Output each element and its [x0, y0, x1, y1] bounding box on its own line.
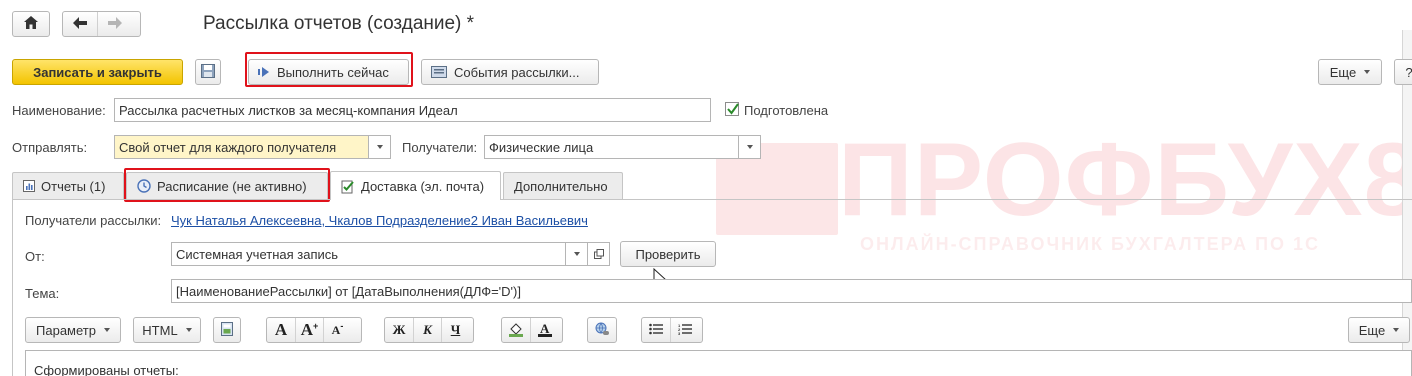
more-actions-button[interactable]: Еще	[1318, 59, 1382, 85]
delivery-icon	[341, 179, 355, 194]
tab-strip-divider	[12, 199, 330, 200]
editor-more-label: Еще	[1358, 322, 1386, 338]
format-label: HTML	[142, 322, 178, 338]
text-style-group: Ж К Ч	[384, 317, 474, 343]
home-button[interactable]	[12, 11, 50, 37]
subject-field[interactable]: [НаименованиеРассылки] от [ДатаВыполнени…	[171, 279, 1412, 303]
events-log-icon	[431, 66, 447, 78]
arrow-left-icon	[73, 16, 87, 32]
font-increase-button[interactable]: A +	[295, 318, 323, 342]
from-account-dropdown-button[interactable]	[566, 242, 588, 266]
chevron-down-icon	[376, 145, 383, 149]
chevron-down-icon	[573, 252, 580, 256]
bulleted-list-button[interactable]	[642, 318, 670, 342]
send-mode-select[interactable]: Свой отчет для каждого получателя	[114, 135, 369, 159]
recipients-type-dropdown-button[interactable]	[739, 135, 761, 159]
more-actions-label: Еще	[1329, 64, 1357, 80]
background-color-button[interactable]	[502, 318, 530, 342]
tab-delivery-label: Доставка (эл. почта)	[361, 178, 485, 194]
message-body-text: Сформированы отчеты:	[34, 363, 179, 376]
format-menu-button[interactable]: HTML	[133, 317, 201, 343]
history-nav	[62, 11, 141, 37]
run-now-highlight	[245, 52, 413, 87]
check-account-button[interactable]: Проверить	[620, 241, 716, 267]
tab-additional[interactable]: Дополнительно	[503, 172, 623, 199]
insert-picture-button[interactable]	[213, 317, 241, 343]
chevron-down-icon	[746, 145, 753, 149]
font-decrease-button[interactable]: A-	[323, 318, 351, 342]
picture-icon	[221, 321, 233, 339]
chevron-down-icon	[1393, 328, 1400, 332]
mailing-events-label: События рассылки...	[454, 64, 580, 80]
svg-text:A: A	[540, 321, 550, 336]
checkmark-icon	[727, 103, 739, 115]
watermark-text: ПРОФБУХ8	[838, 122, 1412, 238]
font-size-group: A A + A-	[266, 317, 362, 343]
parameter-menu-button[interactable]: Параметр	[25, 317, 121, 343]
floppy-disk-icon	[201, 63, 215, 81]
page-title: Рассылка отчетов (создание) *	[203, 13, 475, 34]
arrow-right-icon	[107, 16, 122, 32]
name-label: Наименование:	[12, 103, 106, 118]
text-color-icon: A	[537, 321, 553, 340]
text-color-button[interactable]: A	[530, 318, 558, 342]
recipients-label: Получатели:	[402, 140, 478, 155]
recipients-type-select[interactable]: Физические лица	[484, 135, 739, 159]
send-label: Отправлять:	[12, 140, 88, 155]
prepared-checkbox[interactable]	[725, 102, 739, 116]
forward-button[interactable]	[97, 12, 131, 36]
italic-button[interactable]: К	[413, 318, 441, 342]
watermark-subtext: ОНЛАЙН-СПРАВОЧНИК БУХГАЛТЕРА ПО 1С	[860, 234, 1321, 254]
tab-strip-divider-right	[500, 199, 1412, 200]
insert-link-button[interactable]	[587, 317, 617, 343]
tab-reports[interactable]: Отчеты (1)	[12, 172, 124, 199]
fill-bucket-icon	[508, 321, 524, 340]
mailing-events-button[interactable]: События рассылки...	[421, 59, 599, 85]
send-mode-dropdown-button[interactable]	[369, 135, 391, 159]
bold-button[interactable]: Ж	[385, 318, 413, 342]
tab-reports-label: Отчеты (1)	[41, 178, 106, 194]
list-group: 123	[641, 317, 703, 343]
font-style-button[interactable]: A	[267, 318, 295, 342]
from-account-field[interactable]: Системная учетная запись	[171, 242, 566, 266]
parameter-label: Параметр	[36, 322, 96, 338]
chevron-down-icon	[185, 328, 192, 332]
subject-label: Тема:	[25, 286, 60, 301]
help-button[interactable]: ?	[1394, 59, 1412, 85]
back-button[interactable]	[63, 12, 97, 36]
schedule-tab-highlight	[124, 168, 330, 202]
save-button[interactable]	[195, 59, 221, 85]
underline-button[interactable]: Ч	[441, 318, 469, 342]
home-icon	[24, 16, 38, 32]
prepared-label: Подготовлена	[744, 103, 829, 118]
from-account-open-button[interactable]	[588, 242, 610, 266]
from-label: От:	[25, 249, 45, 264]
globe-link-icon	[594, 322, 610, 339]
name-field[interactable]: Рассылка расчетных листков за месяц-комп…	[114, 98, 711, 122]
tab-panel-border	[12, 199, 13, 376]
tab-additional-label: Дополнительно	[514, 178, 608, 194]
open-window-icon	[593, 247, 604, 262]
bulleted-list-icon	[649, 323, 663, 338]
mailing-recipients-label: Получатели рассылки:	[25, 213, 162, 228]
tab-delivery[interactable]: Доставка (эл. почта)	[330, 171, 501, 200]
numbered-list-icon: 123	[678, 323, 692, 338]
save-and-close-button[interactable]: Записать и закрыть	[12, 59, 183, 85]
color-group: A	[501, 317, 563, 343]
numbered-list-button[interactable]: 123	[670, 318, 698, 342]
editor-more-button[interactable]: Еще	[1348, 317, 1410, 343]
chevron-down-icon	[1364, 70, 1371, 74]
message-body-editor[interactable]: Сформированы отчеты:	[25, 350, 1412, 376]
report-icon	[23, 180, 35, 192]
chevron-down-icon	[103, 328, 110, 332]
mailing-recipients-link[interactable]: Чук Наталья Алексеевна, Чкалов Подраздел…	[171, 213, 588, 228]
svg-text:3: 3	[678, 331, 681, 335]
